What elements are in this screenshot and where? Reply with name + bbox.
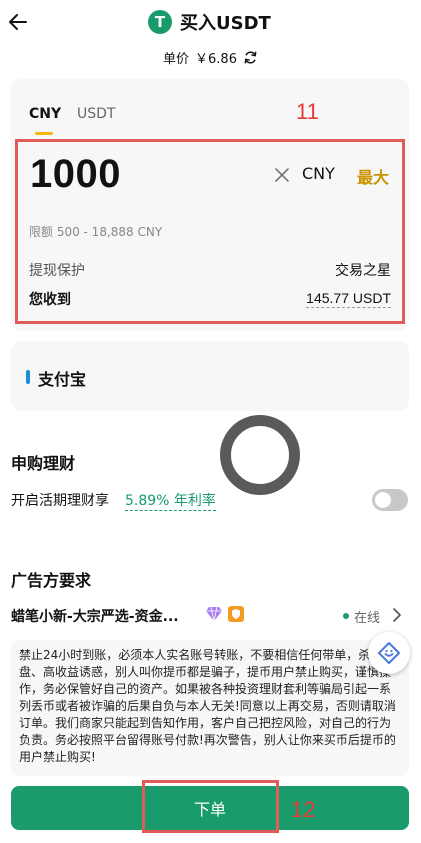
annotation-label-12: 12: [291, 797, 316, 822]
floating-help-button[interactable]: [368, 632, 410, 674]
tab-cny[interactable]: CNY: [29, 106, 61, 122]
finance-toggle-label: 开启活期理财享: [11, 493, 109, 509]
diamond-badge-icon: [206, 606, 222, 622]
online-status-dot: [343, 613, 349, 619]
refresh-icon[interactable]: [243, 50, 258, 65]
merchant-name[interactable]: 蜡笔小新-大宗严选-资金...: [11, 606, 179, 626]
toggle-knob: [375, 492, 391, 508]
title-group: T 买入USDT: [148, 8, 271, 36]
shield-badge-icon: [228, 606, 244, 622]
unit-price-label: 单价: [163, 52, 190, 67]
back-arrow-icon[interactable]: [6, 10, 30, 34]
annotation-label-11: 11: [296, 99, 319, 124]
tab-usdt[interactable]: USDT: [77, 106, 115, 122]
page-title: 买入USDT: [180, 13, 271, 34]
unit-price-row: 单价 ￥6.86: [0, 48, 421, 67]
active-tab-indicator: [35, 132, 53, 135]
finance-section-title: 申购理财: [11, 454, 76, 473]
finance-rate[interactable]: 5.89% 年利率: [125, 490, 216, 511]
top-bar: T 买入USDT: [0, 0, 421, 44]
payment-method-label: 支付宝: [38, 370, 87, 389]
unit-price-value: ￥6.86: [195, 52, 237, 67]
advertiser-section-title: 广告方要求: [11, 571, 92, 590]
online-status-text: 在线: [354, 611, 381, 626]
payment-method-accent: [26, 370, 30, 384]
floating-assistive-button[interactable]: [220, 415, 300, 495]
annotation-box-12: [142, 780, 279, 833]
annotation-box-11: [15, 139, 405, 324]
finance-toggle[interactable]: [372, 489, 408, 511]
advertiser-terms: 禁止24小时到账，必须本人实名账号转账，不要相信任何带单，杀盘金盘、高收益诱惑，…: [11, 640, 409, 776]
smile-diamond-icon: [378, 642, 400, 664]
chevron-right-icon[interactable]: [391, 607, 403, 623]
tether-icon: T: [148, 10, 172, 34]
